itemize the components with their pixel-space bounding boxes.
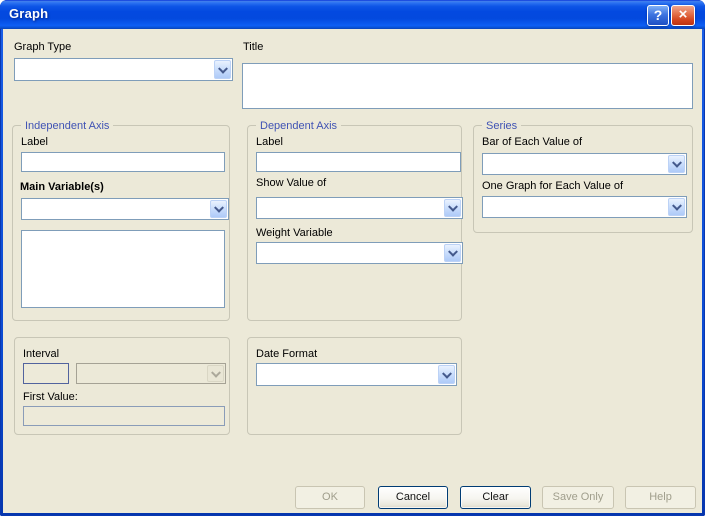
independent-label-input[interactable] (21, 152, 225, 172)
bar-of-each-value-label: Bar of Each Value of (482, 136, 582, 149)
chevron-down-icon[interactable] (214, 60, 231, 79)
close-icon[interactable]: × (671, 5, 695, 26)
chevron-down-icon (207, 365, 224, 382)
weight-variable-combo[interactable] (256, 242, 463, 264)
chevron-down-icon[interactable] (668, 155, 685, 173)
clear-button[interactable]: Clear (460, 486, 531, 509)
weight-variable-label: Weight Variable (256, 227, 333, 240)
show-value-of-label: Show Value of (256, 177, 326, 190)
date-format-label: Date Format (256, 348, 317, 361)
one-graph-each-value-label: One Graph for Each Value of (482, 180, 623, 193)
chevron-down-icon[interactable] (444, 244, 461, 262)
ok-button: OK (295, 486, 365, 509)
show-value-of-combo[interactable] (256, 197, 463, 219)
interval-group: Interval First Value: (14, 337, 230, 435)
help-button: Help (625, 486, 696, 509)
main-variables-listbox[interactable] (21, 230, 225, 308)
title-textarea[interactable] (242, 63, 693, 109)
bar-of-each-value-combo[interactable] (482, 153, 687, 175)
window-title: Graph (9, 6, 48, 21)
first-value-label: First Value: (23, 391, 78, 404)
first-value-input (23, 406, 225, 426)
dependent-label: Label (256, 136, 283, 149)
dependent-axis-legend: Dependent Axis (256, 119, 341, 133)
titlebar[interactable]: Graph ? × (0, 0, 705, 29)
chevron-down-icon[interactable] (668, 198, 685, 216)
one-graph-each-value-combo[interactable] (482, 196, 687, 218)
graph-dialog: Graph ? × Graph Type Title Independent A… (0, 0, 705, 516)
help-icon[interactable]: ? (647, 5, 669, 26)
independent-label: Label (21, 136, 48, 149)
dependent-label-input[interactable] (256, 152, 461, 172)
chevron-down-icon[interactable] (210, 200, 227, 218)
main-variables-combo[interactable] (21, 198, 229, 220)
graph-type-combo[interactable] (14, 58, 233, 81)
series-legend: Series (482, 119, 521, 133)
interval-label: Interval (23, 348, 59, 361)
interval-unit-combo (76, 363, 226, 384)
date-format-group: Date Format (247, 337, 462, 435)
save-only-button: Save Only (542, 486, 614, 509)
cancel-button[interactable]: Cancel (378, 486, 448, 509)
interval-input[interactable] (23, 363, 69, 384)
title-label: Title (243, 41, 263, 54)
main-variables-label: Main Variable(s) (20, 181, 104, 194)
chevron-down-icon[interactable] (444, 199, 461, 217)
graph-type-label: Graph Type (14, 41, 71, 54)
independent-axis-group: Independent Axis Label Main Variable(s) (12, 125, 230, 321)
series-group: Series Bar of Each Value of One Graph fo… (473, 125, 693, 233)
chevron-down-icon[interactable] (438, 365, 455, 384)
date-format-combo[interactable] (256, 363, 457, 386)
independent-axis-legend: Independent Axis (21, 119, 113, 133)
dependent-axis-group: Dependent Axis Label Show Value of Weigh… (247, 125, 462, 321)
